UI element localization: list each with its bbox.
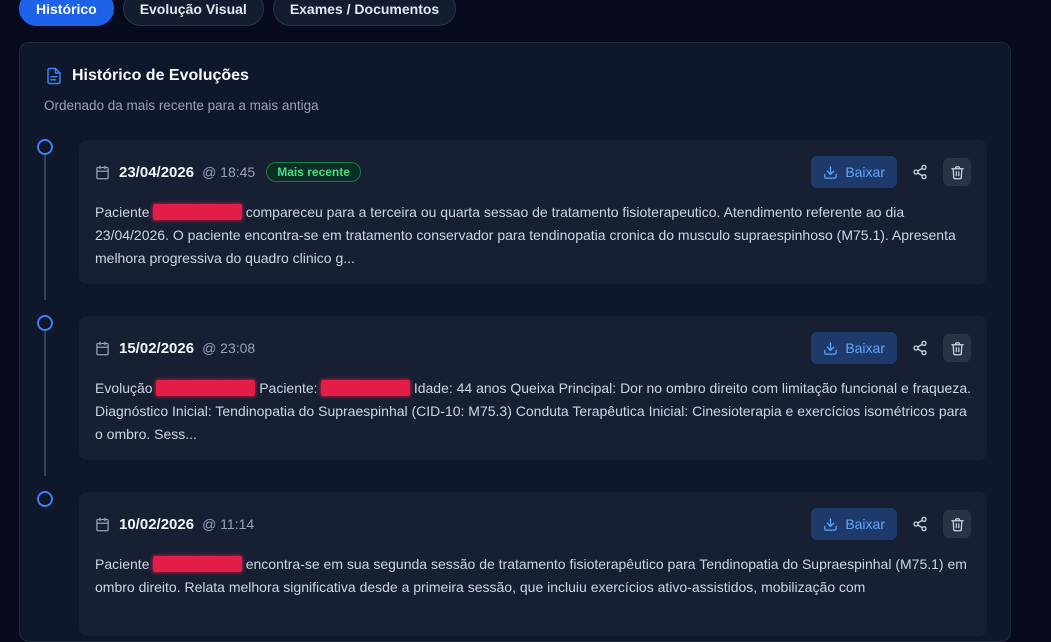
- download-icon: [823, 341, 838, 356]
- share-button[interactable]: [906, 510, 934, 538]
- history-panel: Histórico de Evoluções Ordenado da mais …: [19, 42, 1011, 642]
- entry-text: Paciente Rogerio Vieira compareceu para …: [95, 204, 956, 266]
- timeline-line: [44, 331, 46, 476]
- tab-exames-documentos[interactable]: Exames / Documentos: [272, 0, 457, 26]
- tab-evolucao-visual[interactable]: Evolução Visual: [122, 0, 264, 26]
- entry-date: 15/02/2026: [119, 339, 195, 357]
- trash-icon: [950, 165, 965, 180]
- timeline-dot: [37, 139, 53, 155]
- panel-subtitle: Ordenado da mais recente para a mais ant…: [44, 98, 319, 113]
- download-icon: [823, 165, 838, 180]
- calendar-icon: [95, 341, 110, 356]
- download-icon: [823, 517, 838, 532]
- evolution-card: 23/04/2026 @ 18:45 Mais recente Baixar P…: [79, 140, 987, 284]
- download-label: Baixar: [845, 164, 885, 180]
- tab-bar: Histórico Evolução Visual Exames / Docum…: [19, 0, 457, 26]
- panel-title: Histórico de Evoluções: [72, 67, 249, 84]
- trash-icon: [950, 341, 965, 356]
- timeline-dot: [37, 315, 53, 331]
- card-header: 15/02/2026 @ 23:08: [95, 337, 255, 359]
- download-button[interactable]: Baixar: [811, 332, 897, 364]
- entry-time: @ 23:08: [202, 340, 256, 356]
- most-recent-badge: Mais recente: [266, 162, 361, 182]
- share-button[interactable]: [906, 158, 934, 186]
- tab-historico[interactable]: Histórico: [19, 0, 114, 26]
- card-actions: Baixar: [811, 508, 971, 540]
- redacted-name: Rogerio Vieira: [321, 380, 410, 396]
- card-header: 23/04/2026 @ 18:45 Mais recente: [95, 161, 361, 183]
- calendar-icon: [95, 165, 110, 180]
- redacted-name: Rogerio Vieira: [153, 556, 242, 572]
- trash-icon: [950, 517, 965, 532]
- share-icon: [912, 516, 928, 532]
- entry-date: 10/02/2026: [119, 515, 195, 533]
- entry-time: @ 11:14: [202, 516, 255, 532]
- share-button[interactable]: [906, 334, 934, 362]
- card-actions: Baixar: [811, 332, 971, 364]
- download-label: Baixar: [845, 516, 885, 532]
- entry-text: Paciente Rogerio Vieira encontra-se em s…: [95, 556, 967, 595]
- entry-date: 23/04/2026: [119, 163, 195, 181]
- download-label: Baixar: [845, 340, 885, 356]
- panel-header: Histórico de Evoluções: [45, 67, 249, 85]
- redacted-name: Rogerio Vieira: [153, 204, 242, 220]
- calendar-icon: [95, 517, 110, 532]
- share-icon: [912, 340, 928, 356]
- timeline-line: [44, 155, 46, 300]
- delete-button[interactable]: [943, 510, 971, 538]
- card-actions: Baixar: [811, 156, 971, 188]
- entry-text: Evolução Fisioterapêutica Paciente: Roge…: [95, 380, 972, 442]
- delete-button[interactable]: [943, 158, 971, 186]
- redacted-text: Fisioterapêutica: [156, 380, 256, 396]
- evolution-card: 15/02/2026 @ 23:08 Baixar Evolução Fisio…: [79, 316, 987, 460]
- timeline-dot: [37, 491, 53, 507]
- download-button[interactable]: Baixar: [811, 156, 897, 188]
- download-button[interactable]: Baixar: [811, 508, 897, 540]
- evolution-card: 10/02/2026 @ 11:14 Baixar Paciente Roger…: [79, 492, 987, 636]
- entry-time: @ 18:45: [202, 164, 256, 180]
- card-header: 10/02/2026 @ 11:14: [95, 513, 254, 535]
- delete-button[interactable]: [943, 334, 971, 362]
- share-icon: [912, 164, 928, 180]
- document-icon: [45, 67, 63, 85]
